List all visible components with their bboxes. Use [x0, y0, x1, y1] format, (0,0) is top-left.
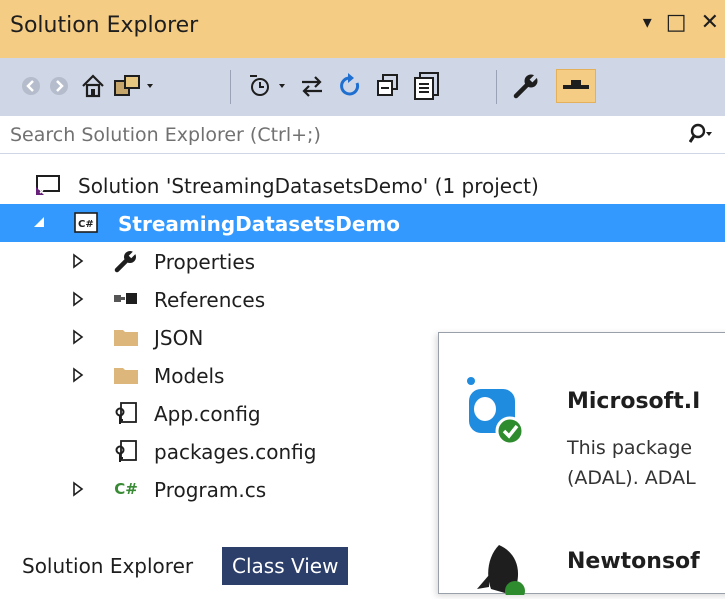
panel-title-bar: Solution Explorer ▾ □ ✕ [0, 0, 725, 58]
collapsed-arrow-icon[interactable] [70, 291, 86, 307]
clock-filter-icon [250, 75, 285, 96]
nuget-package-popup: Microsoft.I This package (ADAL). ADAL Ne… [438, 332, 725, 599]
properties-button[interactable] [510, 69, 542, 103]
package-title: Newtonsof [567, 549, 700, 574]
expanded-arrow-icon[interactable] [32, 215, 48, 231]
dropdown-icon[interactable]: ▾ [643, 12, 652, 35]
package-description: This package [567, 437, 693, 459]
tree-item-project[interactable]: C# StreamingDatasetsDemo [0, 204, 725, 242]
panel-title: Solution Explorer [10, 13, 199, 38]
svg-text:C#: C# [78, 219, 94, 230]
item-label: JSON [154, 326, 204, 350]
search-options[interactable] [688, 123, 713, 149]
home-button[interactable] [78, 69, 108, 103]
package-icon-adal [461, 375, 531, 457]
tree-item-properties[interactable]: Properties [0, 242, 725, 280]
collapse-all-icon [377, 74, 398, 96]
search-icon [688, 123, 712, 143]
folder-icon [112, 324, 140, 350]
refresh-button[interactable] [334, 69, 366, 103]
forward-icon [50, 77, 68, 95]
config-file-icon [112, 400, 140, 426]
package-title: Microsoft.I [567, 389, 701, 414]
toolbar-separator [496, 70, 497, 104]
item-label: packages.config [154, 440, 317, 464]
show-all-files-button[interactable] [410, 69, 444, 103]
refresh-icon [340, 73, 360, 96]
home-icon [82, 74, 104, 98]
sync-icon [302, 76, 322, 97]
tab-class-view[interactable]: Class View [222, 547, 349, 585]
config-file-icon [112, 438, 140, 464]
references-icon [112, 286, 140, 312]
item-label: App.config [154, 402, 261, 426]
item-label: Properties [154, 250, 256, 274]
collapsed-arrow-icon[interactable] [70, 481, 86, 497]
wrench-icon [112, 248, 140, 274]
collapsed-arrow-icon[interactable] [70, 253, 86, 269]
window-controls: ▾ □ ✕ [643, 10, 719, 35]
solution-label: Solution 'StreamingDatasetsDemo' (1 proj… [78, 174, 539, 198]
back-icon [22, 77, 40, 95]
tab-solution-explorer[interactable]: Solution Explorer [12, 547, 203, 585]
package-icon-newtonsoft [469, 545, 529, 599]
collapsed-arrow-icon[interactable] [70, 367, 86, 383]
solution-icon [34, 172, 62, 198]
switch-views-icon [114, 75, 153, 96]
tree-item-references[interactable]: References [0, 280, 725, 318]
project-label: StreamingDatasetsDemo [118, 212, 400, 236]
csharp-project-icon: C# [72, 210, 100, 236]
back-button[interactable] [18, 69, 44, 103]
item-label: References [154, 288, 266, 312]
folder-icon [112, 362, 140, 388]
package-description: (ADAL). ADAL [567, 467, 696, 489]
toolbar-separator [230, 70, 231, 104]
pending-changes-filter-button[interactable] [246, 69, 290, 103]
item-label: Program.cs [154, 478, 267, 502]
sync-with-document-button[interactable] [296, 69, 328, 103]
maximize-icon[interactable]: □ [666, 10, 687, 35]
show-all-files-icon [414, 72, 439, 100]
csharp-file-icon: C# [114, 480, 138, 498]
toolbar [0, 58, 725, 117]
preview-icon [563, 80, 589, 89]
close-icon[interactable]: ✕ [701, 10, 719, 35]
preview-selected-items-button[interactable] [556, 69, 596, 103]
search-input[interactable] [8, 118, 652, 152]
forward-button[interactable] [46, 69, 72, 103]
collapse-all-button[interactable] [372, 69, 404, 103]
collapsed-arrow-icon[interactable] [70, 329, 86, 345]
search-bar [0, 116, 725, 154]
tree-item-solution[interactable]: Solution 'StreamingDatasetsDemo' (1 proj… [0, 166, 725, 204]
switch-views-button[interactable] [112, 69, 156, 103]
item-label: Models [154, 364, 225, 388]
wrench-icon [513, 72, 540, 99]
